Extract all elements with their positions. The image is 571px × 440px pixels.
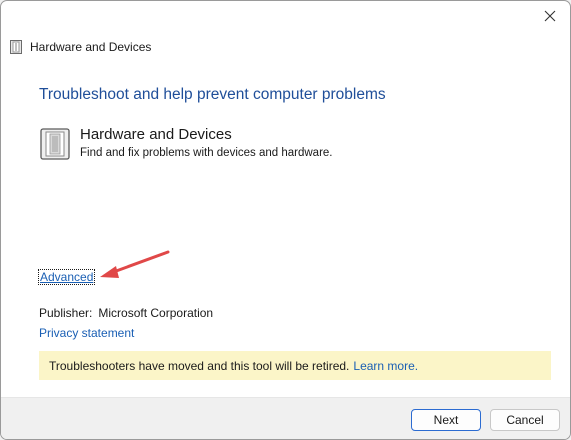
troubleshooter-title: Hardware and Devices: [80, 126, 232, 143]
learn-more-link[interactable]: Learn more.: [353, 359, 418, 373]
red-arrow-annotation: [100, 250, 170, 278]
advanced-link[interactable]: Advanced: [37, 269, 96, 285]
window-header: Hardware and Devices: [9, 39, 151, 55]
publisher-value: Microsoft Corporation: [98, 306, 214, 320]
close-icon: [544, 10, 556, 22]
retirement-notice: Troubleshooters have moved and this tool…: [39, 351, 551, 380]
next-button[interactable]: Next: [411, 409, 481, 431]
publisher-info: Publisher: Microsoft Corporation: [39, 306, 213, 320]
publisher-label: Publisher:: [39, 306, 93, 320]
troubleshooter-description: Find and fix problems with devices and h…: [80, 147, 333, 159]
troubleshooter-icon: [40, 128, 70, 160]
page-heading: Troubleshoot and help prevent computer p…: [39, 86, 386, 103]
close-button[interactable]: [530, 1, 570, 31]
title-bar: [1, 1, 570, 39]
hardware-devices-icon: [10, 40, 22, 54]
window-title: Hardware and Devices: [30, 40, 152, 54]
privacy-statement-link[interactable]: Privacy statement: [39, 326, 134, 340]
dialog-footer: Next Cancel: [1, 397, 570, 439]
notice-text: Troubleshooters have moved and this tool…: [49, 358, 350, 373]
cancel-button[interactable]: Cancel: [490, 409, 560, 431]
troubleshooter-window: Hardware and Devices Troubleshoot and he…: [0, 0, 571, 440]
